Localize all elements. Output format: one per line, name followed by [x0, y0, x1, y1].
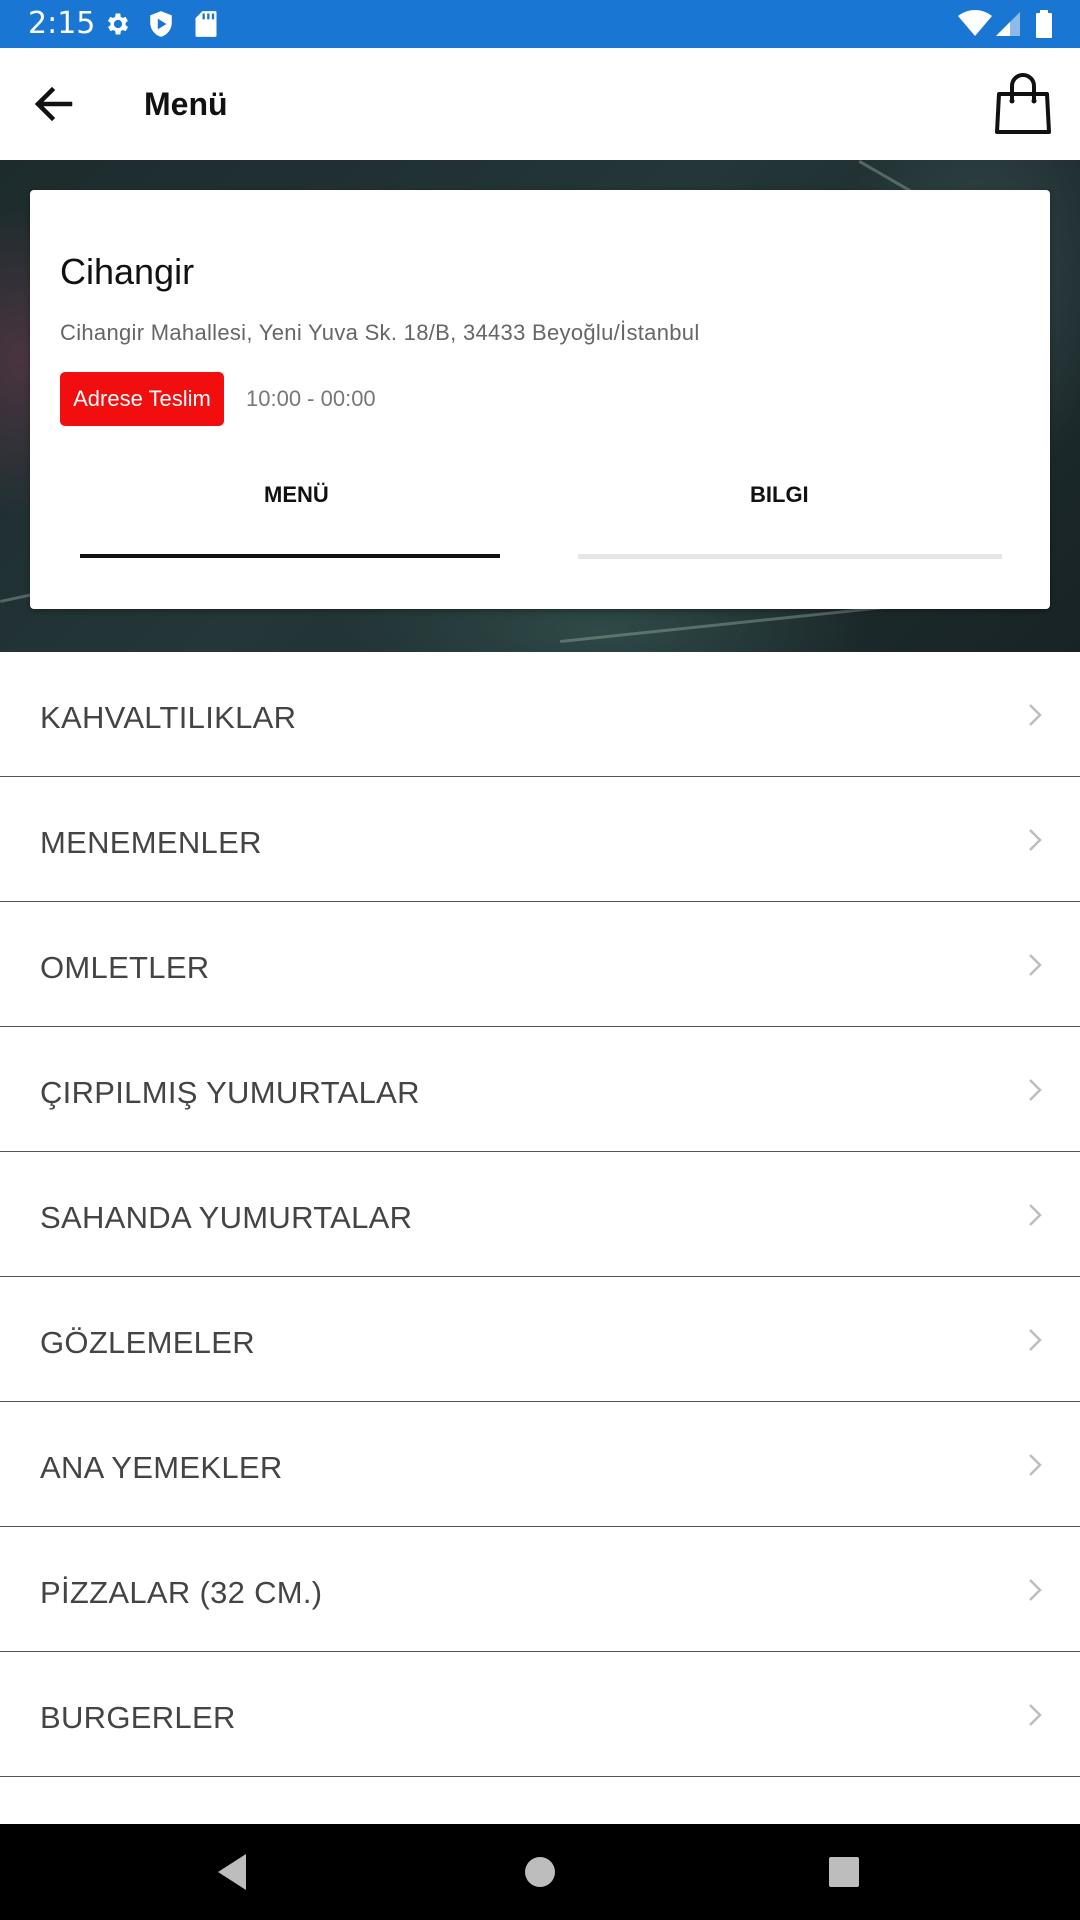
- category-item[interactable]: SAHANDA YUMURTALAR: [0, 1152, 1080, 1277]
- category-item[interactable]: BURGERLER: [0, 1652, 1080, 1777]
- opening-hours: 10:00 - 00:00: [246, 386, 376, 411]
- category-label: ÇIRPILMIŞ YUMURTALAR: [40, 1075, 420, 1110]
- category-item[interactable]: ANA YEMEKLER: [0, 1402, 1080, 1527]
- category-label: BURGERLER: [40, 1700, 236, 1735]
- chevron-right-icon: [1029, 1704, 1042, 1726]
- chevron-right-icon: [1029, 1204, 1042, 1226]
- category-item[interactable]: MENEMENLER: [0, 777, 1080, 902]
- home-circle-icon[interactable]: [516, 1848, 564, 1896]
- page-title: Menü: [144, 86, 228, 122]
- signal-icon: [996, 12, 1020, 36]
- category-item[interactable]: PİZZALAR (32 CM.): [0, 1527, 1080, 1652]
- category-label: PİZZALAR (32 CM.): [40, 1575, 323, 1610]
- chevron-right-icon: [1029, 1454, 1042, 1476]
- arrow-left-icon[interactable]: [30, 80, 78, 128]
- tab-info[interactable]: BILGI: [750, 480, 809, 510]
- restaurant-address: Cihangir Mahallesi, Yeni Yuva Sk. 18/B, …: [60, 320, 700, 345]
- sd-card-icon: [195, 11, 217, 37]
- wifi-icon: [958, 10, 992, 36]
- restaurant-name: Cihangir: [60, 251, 195, 292]
- status-bar: 2:15: [0, 0, 1080, 48]
- shopping-bag-icon[interactable]: [994, 72, 1052, 136]
- category-label: GÖZLEMELER: [40, 1325, 255, 1360]
- category-label: ANA YEMEKLER: [40, 1450, 283, 1485]
- category-label: SAHANDA YUMURTALAR: [40, 1200, 413, 1235]
- app-bar: Menü: [0, 48, 1080, 160]
- category-item[interactable]: OMLETLER: [0, 902, 1080, 1027]
- back-triangle-icon[interactable]: [210, 1848, 258, 1896]
- category-item[interactable]: KAHVALTILIKLAR: [0, 652, 1080, 777]
- category-list: KAHVALTILIKLAR MENEMENLER OMLETLER ÇIRPI…: [0, 652, 1080, 1777]
- chevron-right-icon: [1029, 1079, 1042, 1101]
- battery-icon: [1036, 10, 1052, 38]
- chevron-right-icon: [1029, 704, 1042, 726]
- recents-square-icon[interactable]: [820, 1848, 868, 1896]
- category-label: OMLETLER: [40, 950, 210, 985]
- category-label: KAHVALTILIKLAR: [40, 700, 297, 735]
- restaurant-info-card: Cihangir Cihangir Mahallesi, Yeni Yuva S…: [30, 190, 1050, 609]
- system-nav-bar: [0, 1824, 1080, 1920]
- category-item[interactable]: ÇIRPILMIŞ YUMURTALAR: [0, 1027, 1080, 1152]
- status-time: 2:15: [28, 6, 96, 41]
- tab-indicator-inactive: [578, 554, 1002, 559]
- chevron-right-icon: [1029, 1329, 1042, 1351]
- category-label: MENEMENLER: [40, 825, 262, 860]
- tab-indicator-active: [80, 554, 500, 558]
- chevron-right-icon: [1029, 829, 1042, 851]
- chevron-right-icon: [1029, 954, 1042, 976]
- delivery-badge: Adrese Teslim: [60, 372, 224, 426]
- shield-play-icon: [150, 11, 172, 37]
- category-item[interactable]: GÖZLEMELER: [0, 1277, 1080, 1402]
- chevron-right-icon: [1029, 1579, 1042, 1601]
- settings-icon: [107, 13, 129, 35]
- tab-menu[interactable]: MENÜ: [264, 480, 329, 510]
